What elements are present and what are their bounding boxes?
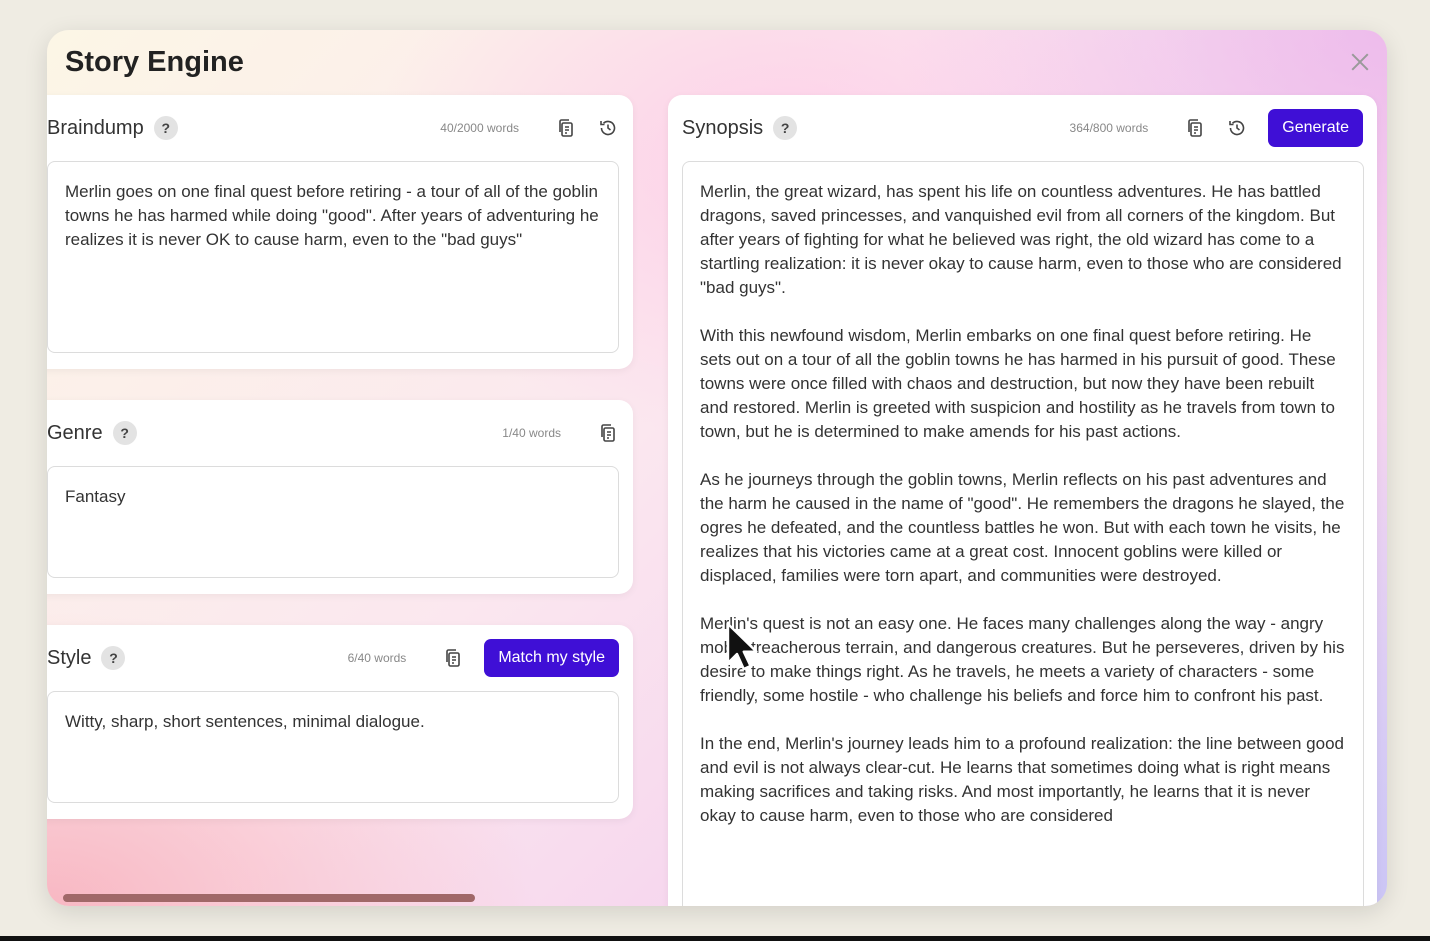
braindump-help-icon[interactable]: ? (153, 116, 178, 140)
style-word-count: 6/40 words (347, 651, 407, 665)
braindump-input[interactable]: Merlin goes on one final quest before re… (47, 161, 619, 353)
synopsis-header: Synopsis ? 364/800 words Generate (682, 109, 1363, 147)
braindump-word-count: 40/2000 words (440, 121, 519, 135)
style-help-icon[interactable]: ? (101, 646, 126, 670)
synopsis-paragraph: In the end, Merlin's journey leads him t… (700, 734, 1344, 825)
style-header: Style ? 6/40 words Match my style (47, 639, 619, 677)
screen-bottom-edge (0, 936, 1430, 941)
synopsis-output[interactable]: Merlin, the great wizard, has spent his … (682, 161, 1364, 906)
style-title: Style (47, 646, 92, 669)
close-icon[interactable] (1349, 51, 1371, 73)
genre-header: Genre ? 1/40 words (47, 418, 619, 448)
synopsis-paragraph: Merlin's quest is not an easy one. He fa… (700, 614, 1345, 705)
story-engine-window: Story Engine Braindump ? 40/2000 words M… (47, 30, 1387, 906)
generate-button[interactable]: Generate (1268, 109, 1363, 147)
history-icon[interactable] (1226, 117, 1248, 139)
app-title: Story Engine (65, 46, 244, 78)
genre-title: Genre (47, 421, 103, 444)
copy-icon[interactable] (597, 422, 619, 444)
synopsis-help-icon[interactable]: ? (773, 116, 798, 140)
synopsis-paragraph: Merlin, the great wizard, has spent his … (700, 182, 1342, 297)
braindump-card: Braindump ? 40/2000 words Merlin goes on… (47, 95, 633, 369)
genre-help-icon[interactable]: ? (112, 421, 137, 445)
history-icon[interactable] (597, 117, 619, 139)
synopsis-word-count: 364/800 words (1069, 121, 1149, 135)
synopsis-paragraph: With this newfound wisdom, Merlin embark… (700, 326, 1336, 441)
copy-icon[interactable] (442, 647, 464, 669)
style-input[interactable]: Witty, sharp, short sentences, minimal d… (47, 691, 619, 803)
genre-input[interactable]: Fantasy (47, 466, 619, 578)
synopsis-paragraph: As he journeys through the goblin towns,… (700, 470, 1345, 585)
copy-icon[interactable] (1184, 117, 1206, 139)
copy-icon[interactable] (555, 117, 577, 139)
synopsis-title: Synopsis (682, 116, 764, 139)
match-my-style-button[interactable]: Match my style (484, 639, 619, 677)
horizontal-scrollbar[interactable] (63, 894, 475, 902)
braindump-title: Braindump (47, 116, 144, 139)
braindump-header: Braindump ? 40/2000 words (47, 113, 619, 143)
synopsis-card: Synopsis ? 364/800 words Generate Merlin… (668, 95, 1377, 906)
genre-card: Genre ? 1/40 words Fantasy (47, 400, 633, 594)
style-card: Style ? 6/40 words Match my style Witty,… (47, 625, 633, 819)
genre-word-count: 1/40 words (502, 426, 561, 440)
